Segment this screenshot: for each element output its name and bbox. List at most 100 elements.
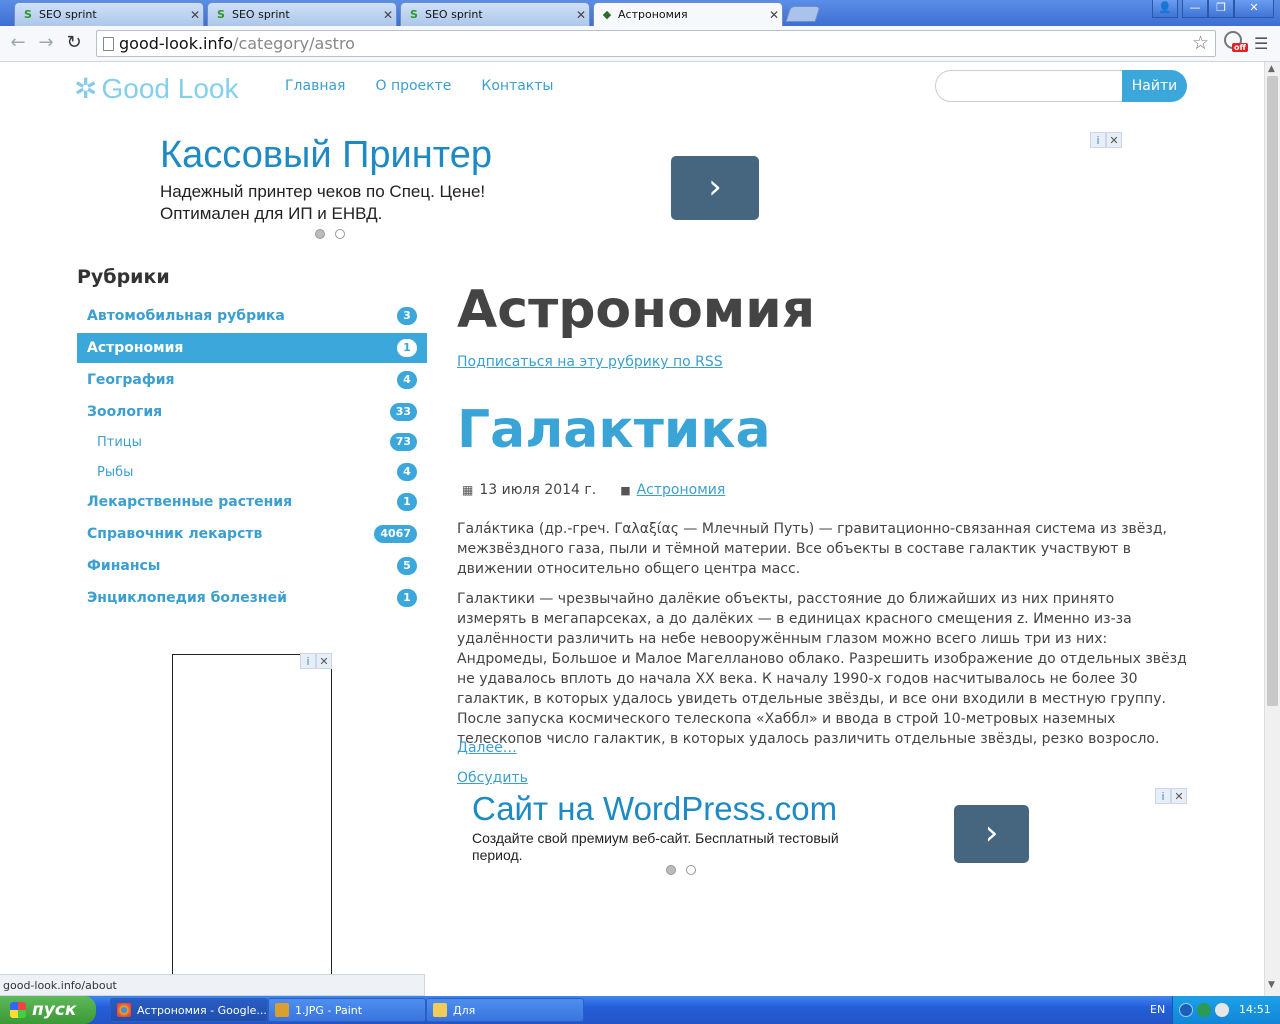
ad-close-icon[interactable]: ✕ [1106, 132, 1122, 148]
ad-bottom-arrow-button[interactable]: › [954, 805, 1029, 863]
ad-info-icon[interactable]: i [300, 653, 316, 669]
tab-astronomy[interactable]: ◆ Астрономия ✕ [593, 2, 783, 26]
nav-link-contacts[interactable]: Контакты [481, 78, 553, 94]
page-scrollbar[interactable]: ▲ ▼ [1264, 62, 1280, 996]
close-icon[interactable]: ✕ [380, 8, 396, 22]
post-category-link[interactable]: Астрономия [637, 482, 726, 498]
page-icon [103, 37, 114, 51]
minimize-icon[interactable]: — [1182, 0, 1208, 18]
tab-seo-sprint-3[interactable]: S SEO sprint ✕ [400, 2, 590, 26]
taskbar-item-label: Астрономия - Google... [137, 1003, 267, 1017]
forward-icon[interactable]: → [34, 32, 58, 56]
pager-dot-active[interactable] [666, 865, 676, 875]
ad-top-line-1: Надежный принтер чеков по Спец. Цене! [160, 182, 486, 201]
pager-dot-active[interactable] [315, 229, 325, 239]
start-button[interactable]: пуск [0, 996, 96, 1024]
page-title: Астрономия [457, 280, 816, 340]
category-count-badge: 1 [397, 589, 417, 607]
sidebar-item-fish[interactable]: Рыбы 4 [77, 457, 427, 487]
nav-link-about[interactable]: О проекте [375, 78, 451, 94]
sidebar-item-birds[interactable]: Птицы 73 [77, 427, 427, 457]
rss-subscribe-link[interactable]: Подписаться на эту рубрику по RSS [457, 354, 723, 370]
tab-seo-sprint-1[interactable]: S SEO sprint ✕ [14, 2, 204, 26]
scroll-down-icon[interactable]: ▼ [1268, 980, 1275, 990]
wrench-menu-icon[interactable]: ☰ [1254, 34, 1268, 53]
nav-link-home[interactable]: Главная [285, 78, 345, 94]
windows-logo-icon [10, 1002, 26, 1018]
category-count-badge: 73 [389, 433, 417, 451]
taskbar-item-chrome[interactable]: Астрономия - Google... [110, 998, 268, 1022]
close-icon[interactable]: ✕ [187, 8, 203, 22]
post-date: 13 июля 2014 г. [479, 482, 597, 498]
extension-badge: off [1232, 43, 1248, 52]
category-count-badge: 4067 [374, 525, 417, 543]
ad-top-title[interactable]: Кассовый Принтер [160, 134, 492, 177]
close-icon[interactable]: ✕ [573, 8, 589, 22]
site-logo-text: Good Look [101, 72, 239, 104]
category-count-badge: 4 [397, 463, 417, 481]
category-count-badge: 1 [397, 339, 417, 357]
post-title-link[interactable]: Галактика [457, 400, 771, 460]
search-button[interactable]: Найти [1122, 70, 1187, 102]
ad-close-icon[interactable]: ✕ [1171, 788, 1187, 804]
folder-icon: ■ [620, 483, 631, 497]
reload-icon[interactable]: ↻ [62, 32, 86, 56]
pager-dot[interactable] [686, 865, 696, 875]
new-tab-button[interactable] [785, 6, 821, 22]
category-count-badge: 1 [397, 493, 417, 511]
sidebar-item-zoology[interactable]: Зоология 33 [77, 397, 427, 427]
extension-icon[interactable]: off [1224, 31, 1248, 55]
language-indicator[interactable]: EN [1150, 1003, 1165, 1016]
window-close-icon[interactable]: ✕ [1234, 0, 1274, 18]
volume-icon[interactable] [1215, 1003, 1229, 1017]
ad-info-icon[interactable]: i [1155, 788, 1171, 804]
site-logo[interactable]: ✲ Good Look [74, 72, 238, 105]
scrollbar-thumb[interactable] [1267, 76, 1278, 706]
network-icon[interactable] [1197, 1003, 1211, 1017]
url-text[interactable]: good-look.info/category/astro [119, 34, 355, 53]
category-count-badge: 4 [397, 371, 417, 389]
bookmark-star-icon[interactable]: ☆ [1192, 32, 1209, 54]
sidebar-item-geography[interactable]: География 4 [77, 365, 427, 395]
discuss-link[interactable]: Обсудить [457, 770, 528, 786]
tab-title: Астрономия [618, 8, 688, 21]
paint-icon [275, 1003, 289, 1017]
ad-close-icon[interactable]: ✕ [316, 653, 332, 669]
taskbar-item-paint[interactable]: 1.JPG - Paint [268, 998, 426, 1022]
search-input[interactable] [935, 70, 1127, 102]
browser-toolbar: ← → ↻ good-look.info/category/astro ☆ of… [0, 26, 1280, 62]
url-host: good-look.info [119, 34, 234, 53]
ad-info-icon[interactable]: i [1090, 132, 1106, 148]
ad-bottom-title[interactable]: Сайт на WordPress.com [472, 790, 837, 828]
address-bar[interactable]: good-look.info/category/astro ☆ [96, 30, 1216, 57]
category-count-badge: 3 [397, 307, 417, 325]
read-more-link[interactable]: Далее… [457, 740, 517, 756]
pager-dot[interactable] [335, 229, 345, 239]
category-label: Энциклопедия болезней [87, 590, 287, 606]
tray-expand-icon[interactable] [1179, 1003, 1193, 1017]
seo-sprint-favicon-icon: S [24, 8, 32, 21]
sidebar-item-drug-reference[interactable]: Справочник лекарств 4067 [77, 519, 427, 549]
scroll-up-icon[interactable]: ▲ [1268, 64, 1275, 74]
taskbar-item-folder[interactable]: Для [426, 998, 584, 1022]
sidebar-item-disease-encyclopedia[interactable]: Энциклопедия болезней 1 [77, 583, 427, 613]
profile-icon[interactable]: 👤 [1152, 0, 1178, 18]
post-paragraph-1: Гала́ктика (др.-греч. Γαλαξίας — Млечный… [457, 521, 1167, 577]
back-icon[interactable]: ← [6, 32, 30, 56]
sidebar-item-finance[interactable]: Финансы 5 [77, 551, 427, 581]
sidebar-item-astronomy[interactable]: Астрономия 1 [77, 333, 427, 363]
tab-seo-sprint-2[interactable]: S SEO sprint ✕ [207, 2, 397, 26]
sidebar-ad-frame[interactable] [172, 654, 332, 984]
ad-top-arrow-button[interactable]: › [671, 156, 759, 220]
category-count-badge: 33 [389, 403, 417, 421]
status-bubble: good-look.info/about [0, 974, 425, 996]
sidebar-item-medicinal-plants[interactable]: Лекарственные растения 1 [77, 487, 427, 517]
ad-bottom-pager [666, 865, 696, 875]
sidebar-item-auto[interactable]: Автомобильная рубрика 3 [77, 301, 427, 331]
close-icon[interactable]: ✕ [766, 8, 782, 22]
restore-icon[interactable]: ❐ [1208, 0, 1234, 18]
category-label: Автомобильная рубрика [87, 308, 285, 324]
site-favicon-icon: ◆ [602, 8, 612, 21]
category-label: Астрономия [87, 340, 184, 356]
tab-title: SEO sprint [232, 8, 290, 21]
